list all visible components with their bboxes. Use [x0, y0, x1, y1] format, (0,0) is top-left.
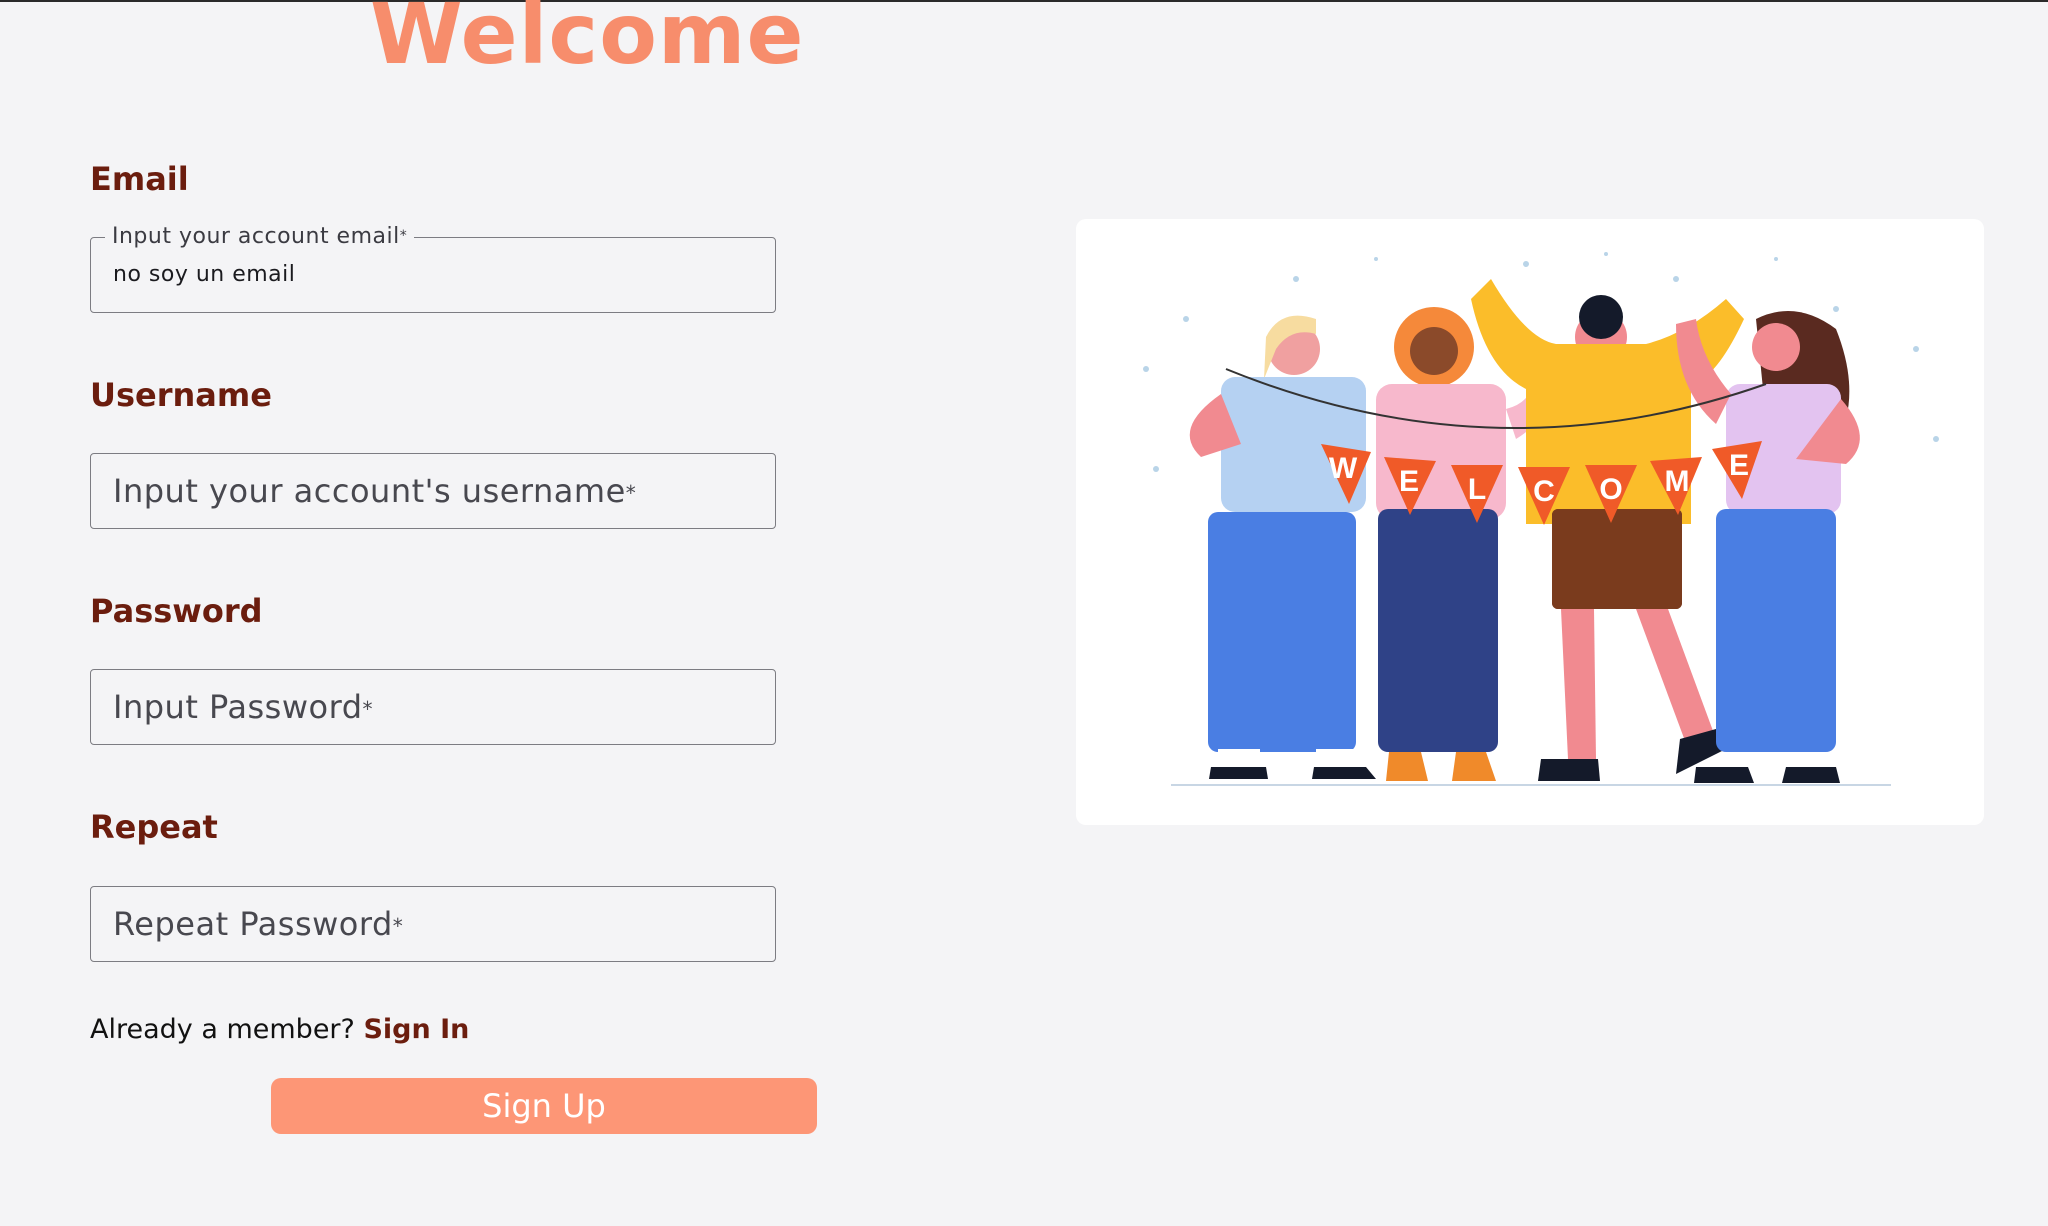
password-field[interactable]: Input Password* — [90, 669, 776, 745]
top-border — [0, 0, 2048, 2]
sign-in-link[interactable]: Sign In — [363, 1014, 469, 1045]
repeat-password-field[interactable]: Repeat Password* — [90, 886, 776, 962]
banner-letter: E — [1399, 465, 1419, 498]
banner-letter: M — [1665, 465, 1690, 498]
email-value[interactable]: no soy un email — [113, 262, 295, 287]
welcome-illustration: W E L C O M E — [1143, 252, 1939, 786]
member-prompt: Already a member? Sign In — [90, 1014, 469, 1045]
sign-up-button[interactable]: Sign Up — [271, 1078, 817, 1134]
email-floating-label: Input your account email* — [105, 224, 415, 249]
username-label: Username — [90, 376, 272, 414]
password-placeholder: Input Password* — [113, 688, 373, 726]
member-prompt-text: Already a member? — [90, 1014, 355, 1045]
username-placeholder: Input your account's username* — [113, 472, 637, 510]
email-field[interactable]: Input your account email* no soy un emai… — [90, 224, 776, 313]
username-field[interactable]: Input your account's username* — [90, 453, 776, 529]
repeat-label: Repeat — [90, 808, 218, 846]
repeat-password-placeholder: Repeat Password* — [113, 905, 404, 943]
banner-letter: L — [1468, 473, 1486, 506]
banner-letter: C — [1533, 475, 1555, 508]
welcome-illustration-card: W E L C O M E — [1076, 219, 1984, 825]
banner-letter: O — [1599, 473, 1622, 506]
email-label: Email — [90, 160, 189, 198]
banner-letter: E — [1729, 449, 1749, 482]
password-label: Password — [90, 592, 263, 630]
page-title: Welcome — [370, 0, 805, 83]
person-1 — [1189, 315, 1376, 779]
banner-letter: W — [1329, 452, 1358, 485]
